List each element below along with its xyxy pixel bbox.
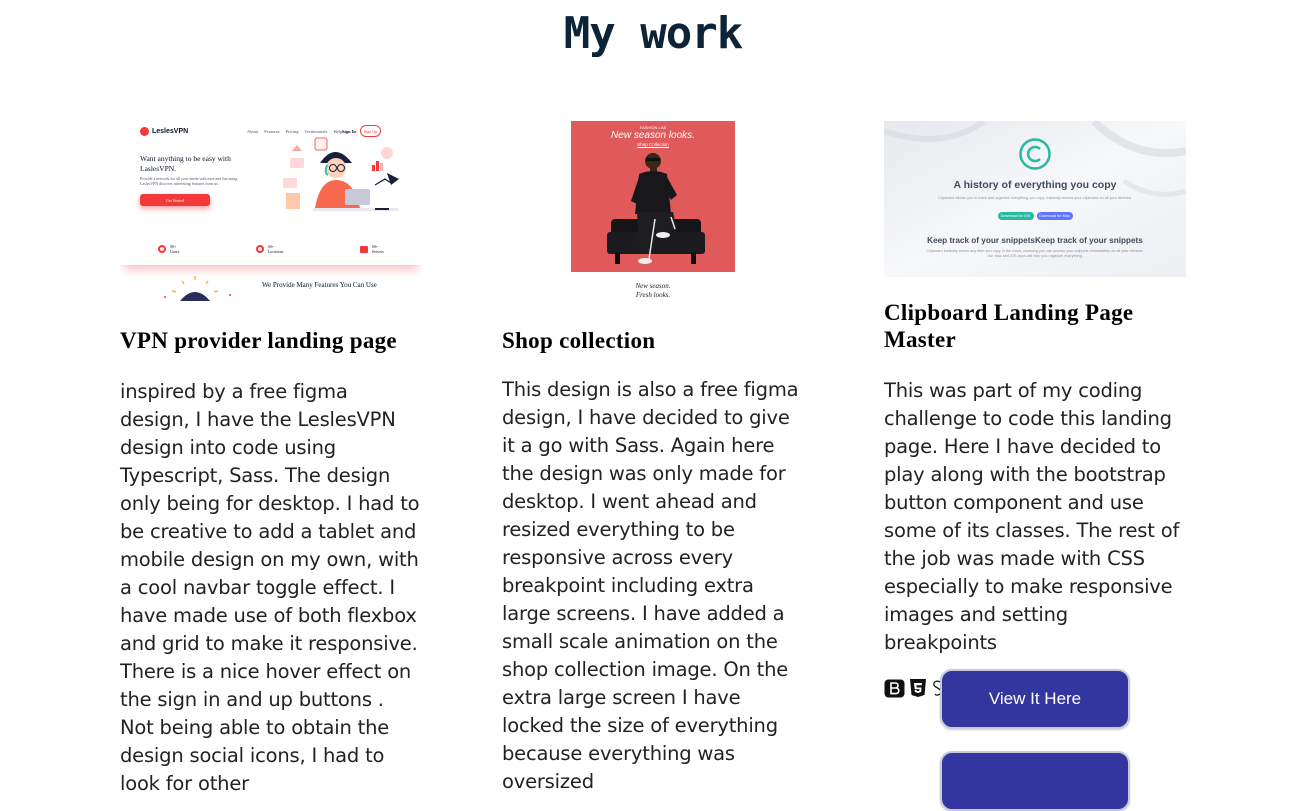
project-description: This was part of my coding challenge to … [884, 379, 1180, 654]
vpn-feature-illustration [164, 276, 231, 301]
model-on-sofa-image [607, 153, 705, 264]
clipboard-thumbnail[interactable]: A history of everything you copy Clipboa… [884, 121, 1186, 277]
project-title: Shop collection [502, 328, 656, 353]
copyright-logo-icon [1019, 138, 1051, 170]
clipboard-section-text: Clipboard instantly stores any item you … [926, 249, 1144, 258]
clipboard-headline: A history of everything you copy [953, 179, 1117, 191]
vpn-stat: 90+ Users [158, 244, 179, 254]
vpn-headline: Want anything to be easy with LaslesVPN. [140, 154, 231, 173]
project-card-vpn: LeslesVPN About Features Pricing Testimo… [120, 121, 422, 798]
vpn-nav-item: About [247, 129, 259, 134]
project-secondary-button[interactable] [940, 751, 1130, 811]
html5-icon [910, 679, 926, 697]
project-description: This design is also a free figma design,… [502, 378, 799, 793]
view-it-here-button[interactable]: View It Here [940, 669, 1130, 729]
project-card-clipboard: A history of everything you copy Clipboa… [884, 121, 1186, 811]
clipboard-section-heading: Keep track of your snippetsKeep track of… [927, 236, 1143, 245]
server-icon [359, 245, 368, 253]
vpn-thumbnail[interactable]: LeslesVPN About Features Pricing Testimo… [120, 121, 422, 301]
page-title: My work [563, 8, 743, 59]
bootstrap-icon [884, 679, 905, 697]
vpn-stat: 30+ Locations [255, 244, 283, 254]
download-mac-button: Download for Mac [1036, 212, 1073, 220]
vpn-logo-icon [140, 127, 149, 136]
shop-footer-text: New season. Fresh looks. [635, 282, 671, 299]
shop-headline: New season looks. [611, 130, 695, 141]
download-ios-button: Download for iOS [997, 212, 1034, 220]
vpn-stats: 90+ Users 30+ Locations 50+ Servers [120, 233, 422, 265]
vpn-features-heading: We Provide Many Features You Can Use [262, 281, 377, 289]
project-card-shop: FASHION LAB New season looks. Shop Colle… [502, 121, 804, 796]
project-title: VPN provider landing page [120, 328, 397, 353]
location-icon [255, 245, 264, 253]
vpn-hero-illustration [283, 137, 399, 211]
vpn-logo: LeslesVPN [140, 127, 188, 136]
project-description: inspired by a free figma design, I have … [120, 380, 420, 795]
shop-hero: FASHION LAB New season looks. Shop Colle… [571, 121, 735, 272]
user-icon [158, 245, 167, 253]
vpn-subtext: Provide a network for all your needs wit… [140, 176, 238, 186]
clipboard-subtext: Clipboard allows you to track and organi… [938, 196, 1132, 200]
vpn-stat: 50+ Servers [359, 244, 384, 254]
clipboard-download-buttons: Download for iOS Download for Mac [884, 212, 1186, 220]
shop-thumbnail[interactable]: FASHION LAB New season looks. Shop Colle… [502, 121, 804, 301]
vpn-cta: Get Started [140, 194, 210, 206]
project-title: Clipboard Landing Page Master [884, 300, 1134, 352]
